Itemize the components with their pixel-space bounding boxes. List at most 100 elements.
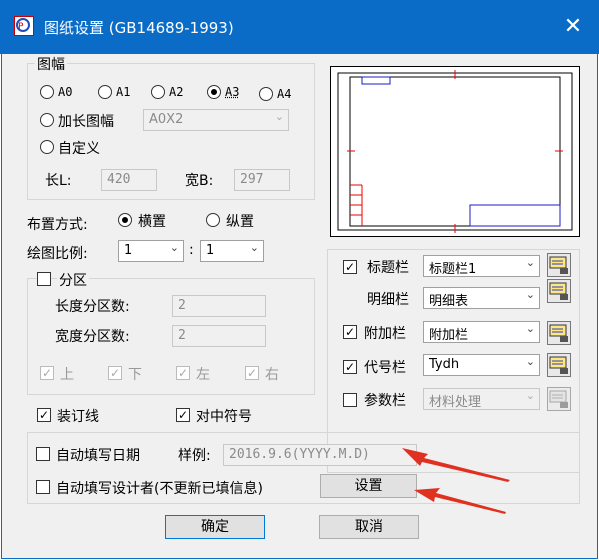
paper-preview	[330, 66, 580, 237]
chevron-down-icon: ⌄	[525, 288, 535, 301]
window-title: 图纸设置 (GB14689-1993)	[44, 19, 234, 37]
length-label: 长L:	[45, 173, 72, 189]
auto-designer-checkbox[interactable]	[36, 480, 50, 494]
center-mark-label: 对中符号	[196, 409, 252, 425]
bom-block-select[interactable]: 明细表 ⌄	[423, 287, 540, 309]
binding-line-checkbox[interactable]: ✓	[37, 408, 51, 422]
table-edit-icon	[549, 356, 568, 374]
chevron-down-icon: ⌄	[274, 110, 284, 123]
zone-right-label: 右	[265, 367, 279, 383]
sample-date-field: 2016.9.6(YYYY.M.D)	[223, 444, 417, 466]
extra-block-checkbox[interactable]: ✓	[343, 325, 357, 339]
extra-block-edit-button[interactable]	[547, 321, 571, 345]
sample-label: 样例:	[178, 448, 211, 464]
zones-width-field: 2	[172, 325, 266, 347]
table-edit-icon	[549, 282, 568, 300]
radio-horizontal-label: 横置	[138, 214, 166, 230]
svg-text:P: P	[18, 22, 24, 32]
zone-top-checkbox: ✓	[40, 366, 54, 380]
width-label: 宽B:	[185, 173, 214, 189]
radio-horizontal[interactable]	[118, 213, 132, 227]
extra-block-value: 附加栏	[429, 328, 469, 343]
code-block-edit-button[interactable]	[547, 353, 571, 377]
title-block-label: 标题栏	[367, 260, 409, 276]
paper-size-group-label: 图幅	[35, 54, 67, 74]
code-block-label: 代号栏	[364, 360, 406, 376]
title-block-checkbox[interactable]: ✓	[343, 260, 357, 274]
radio-a0[interactable]	[40, 85, 54, 99]
frame-preview-graphic	[337, 70, 573, 233]
center-mark-checkbox[interactable]: ✓	[176, 408, 190, 422]
zone-left-label: 左	[196, 367, 210, 383]
zone-right-checkbox: ✓	[245, 366, 259, 380]
radio-a2-label: A2	[169, 85, 184, 99]
radio-custom-label: 自定义	[58, 141, 100, 157]
scale-label: 绘图比例:	[27, 246, 88, 262]
zones-width-label: 宽度分区数:	[55, 329, 130, 345]
radio-vertical[interactable]	[206, 213, 220, 227]
code-block-value: Tydh	[429, 357, 460, 372]
title-block-select[interactable]: 标题栏1 ⌄	[423, 255, 540, 277]
chevron-down-icon: ⌄	[169, 241, 179, 254]
param-block-edit-button	[547, 387, 571, 411]
zone-bottom-label: 下	[128, 367, 142, 383]
scale-separator: :	[189, 242, 194, 258]
radio-extended[interactable]	[40, 113, 54, 127]
table-edit-icon	[549, 256, 568, 274]
radio-extended-label: 加长图幅	[58, 114, 114, 130]
ok-button[interactable]: 确定	[165, 515, 265, 539]
title-bar: P 图纸设置 (GB14689-1993) ✕	[0, 0, 599, 54]
dialog-body: 图幅 A0 A1 A2 A3 A4 加长图幅 A0X2 ⌄ 自定义 长L: 42…	[1, 54, 598, 559]
scale-right-value: 1	[206, 243, 215, 258]
extended-size-value: A0X2	[149, 112, 184, 127]
param-block-checkbox[interactable]	[343, 393, 357, 407]
code-block-select[interactable]: Tydh ⌄	[423, 354, 540, 376]
radio-a3[interactable]	[207, 85, 221, 99]
zones-length-label: 长度分区数:	[55, 299, 130, 315]
auto-designer-label: 自动填写设计者(不更新已填信息)	[56, 481, 263, 497]
extra-block-label: 附加栏	[364, 326, 406, 342]
radio-vertical-label: 纵置	[226, 214, 254, 230]
param-block-select: 材料处理 ⌄	[423, 388, 540, 410]
bom-block-edit-button[interactable]	[547, 279, 571, 303]
auto-date-label: 自动填写日期	[56, 448, 140, 464]
zones-label: 分区	[57, 270, 89, 290]
annotation-arrow-settings	[414, 488, 506, 514]
zone-left-checkbox: ✓	[176, 366, 190, 380]
app-icon: P	[14, 16, 34, 36]
radio-a2[interactable]	[151, 85, 165, 99]
radio-a1[interactable]	[98, 85, 112, 99]
annotation-arrow-date	[402, 448, 510, 482]
zones-checkbox[interactable]	[37, 272, 51, 286]
extra-block-select[interactable]: 附加栏 ⌄	[423, 321, 540, 343]
radio-a4[interactable]	[259, 87, 273, 101]
zone-top-label: 上	[60, 367, 74, 383]
table-edit-icon	[549, 390, 568, 408]
title-block-value: 标题栏1	[429, 262, 477, 277]
cancel-button[interactable]: 取消	[319, 515, 419, 539]
chevron-down-icon: ⌄	[525, 256, 535, 269]
chevron-down-icon: ⌄	[525, 389, 535, 402]
radio-custom[interactable]	[40, 140, 54, 154]
chevron-down-icon: ⌄	[249, 241, 259, 254]
table-edit-icon	[549, 324, 568, 342]
radio-a3-label: A3	[225, 85, 240, 99]
param-block-value: 材料处理	[429, 395, 482, 410]
radio-a1-label: A1	[116, 85, 131, 99]
layout-label: 布置方式:	[27, 217, 88, 233]
close-icon[interactable]: ✕	[557, 11, 589, 43]
scale-right-select[interactable]: 1 ⌄	[200, 240, 264, 262]
zone-bottom-checkbox: ✓	[108, 366, 122, 380]
radio-a0-label: A0	[58, 85, 73, 99]
binding-line-label: 装订线	[57, 409, 99, 425]
zones-length-field: 2	[172, 295, 266, 317]
scale-left-select[interactable]: 1 ⌄	[118, 240, 184, 262]
code-block-checkbox[interactable]: ✓	[343, 360, 357, 374]
width-field: 297	[234, 169, 290, 191]
title-block-edit-button[interactable]	[547, 253, 571, 277]
scale-left-value: 1	[124, 243, 133, 258]
length-field: 420	[101, 169, 157, 191]
chevron-down-icon: ⌄	[525, 322, 535, 335]
bom-block-label: 明细栏	[367, 292, 409, 308]
auto-date-checkbox[interactable]	[36, 447, 50, 461]
